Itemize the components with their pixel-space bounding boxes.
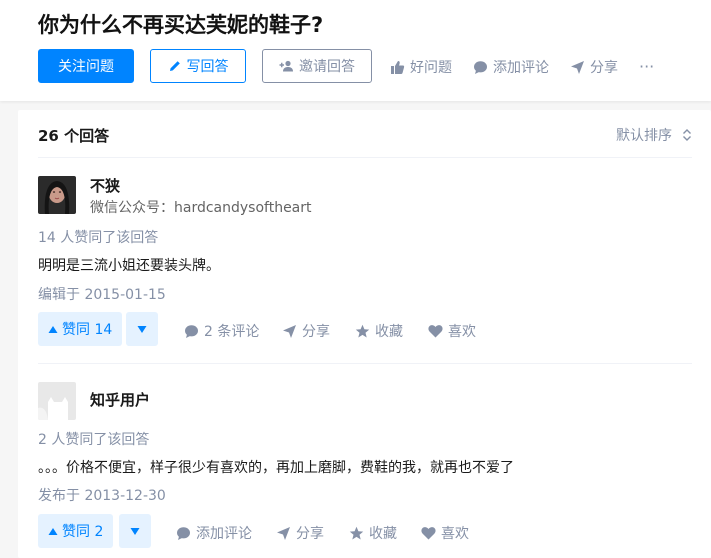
thumbs-up-icon bbox=[391, 60, 405, 74]
answer-content: 。。。价格不便宜，样子很少有喜欢的，再加上磨脚，费鞋的我，就再也不爱了 bbox=[38, 460, 514, 476]
more-dots-icon: ··· bbox=[639, 57, 655, 76]
avatar[interactable] bbox=[38, 382, 76, 420]
question-title: 你为什么不再买达芙妮的鞋子? bbox=[38, 13, 324, 37]
follow-question-label: 关注问题 bbox=[58, 59, 114, 75]
share-button[interactable]: 分享 bbox=[282, 321, 330, 341]
add-comment-button[interactable]: 添加评论 bbox=[176, 523, 252, 543]
comments-button[interactable]: 2 条评论 bbox=[184, 321, 259, 341]
pencil-icon bbox=[169, 61, 180, 71]
answers-card: 26 个回答 默认排序 不狭 微信公众号：hardcandysoftheart … bbox=[18, 110, 711, 558]
triangle-up-icon bbox=[48, 325, 58, 333]
answer-item: 知乎用户 2 人赞同了该回答 。。。价格不便宜，样子很少有喜欢的，再加上磨脚，费… bbox=[38, 378, 692, 558]
collect-button[interactable]: 收藏 bbox=[349, 523, 397, 543]
triangle-down-icon bbox=[130, 527, 140, 535]
collect-button[interactable]: 收藏 bbox=[355, 321, 403, 341]
answer-item: 不狭 微信公众号：hardcandysoftheart 14 人赞同了该回答 明… bbox=[38, 172, 692, 364]
author-headline: 微信公众号：hardcandysoftheart bbox=[90, 200, 312, 216]
answer-content: 明明是三流小姐还要装头牌。 bbox=[38, 258, 220, 274]
voters-count[interactable]: 2 人赞同了该回答 bbox=[38, 429, 149, 449]
question-share-button[interactable]: 分享 bbox=[570, 57, 618, 77]
question-comment-label: 添加评论 bbox=[493, 60, 549, 76]
invite-answer-button[interactable]: 邀请回答 bbox=[262, 49, 372, 83]
comment-bubble-icon bbox=[474, 60, 487, 74]
author-name[interactable]: 不狭 bbox=[90, 175, 120, 196]
collect-label: 收藏 bbox=[369, 526, 397, 542]
heart-icon bbox=[421, 527, 436, 540]
upvote-button[interactable]: 赞同 14 bbox=[38, 312, 123, 346]
star-icon bbox=[349, 526, 364, 539]
paper-plane-icon bbox=[571, 60, 584, 74]
triangle-down-icon bbox=[137, 325, 147, 333]
like-label: 喜欢 bbox=[448, 324, 476, 340]
author-name: 知乎用户 bbox=[90, 391, 151, 409]
more-options-button[interactable]: ··· bbox=[639, 57, 654, 76]
avatar[interactable] bbox=[38, 176, 76, 214]
star-icon bbox=[355, 324, 370, 337]
share-label: 分享 bbox=[302, 324, 330, 340]
sort-dropdown[interactable]: 默认排序 bbox=[616, 125, 692, 145]
follow-question-button[interactable]: 关注问题 bbox=[38, 49, 134, 83]
answers-list-header: 26 个回答 默认排序 bbox=[38, 110, 692, 158]
collect-label: 收藏 bbox=[375, 324, 403, 340]
like-button[interactable]: 喜欢 bbox=[428, 321, 476, 341]
share-button[interactable]: 分享 bbox=[276, 523, 324, 543]
sort-label: 默认排序 bbox=[616, 128, 672, 144]
comment-bubble-icon bbox=[185, 324, 198, 338]
question-header: 你为什么不再买达芙妮的鞋子? 关注问题 写回答 邀请回答 好问题 添加评论 分享… bbox=[0, 0, 711, 101]
downvote-button[interactable] bbox=[119, 514, 151, 548]
answer-count: 26 个回答 bbox=[38, 127, 110, 145]
upvote-label: 赞同 2 bbox=[62, 524, 104, 540]
answer-date[interactable]: 编辑于 2015-01-15 bbox=[38, 284, 166, 304]
downvote-button[interactable] bbox=[126, 312, 158, 346]
question-comment-button[interactable]: 添加评论 bbox=[473, 57, 549, 77]
good-question-button[interactable]: 好问题 bbox=[390, 57, 452, 77]
paper-plane-icon bbox=[283, 324, 296, 338]
write-answer-label: 写回答 bbox=[186, 59, 229, 75]
upvote-label: 赞同 14 bbox=[62, 322, 113, 338]
answer-date[interactable]: 发布于 2013-12-30 bbox=[38, 485, 166, 505]
write-answer-button[interactable]: 写回答 bbox=[150, 49, 246, 83]
sort-updown-icon bbox=[683, 129, 691, 141]
voters-count[interactable]: 14 人赞同了该回答 bbox=[38, 227, 158, 247]
question-share-label: 分享 bbox=[590, 60, 618, 76]
like-label: 喜欢 bbox=[441, 526, 469, 542]
add-comment-label: 添加评论 bbox=[196, 526, 252, 542]
share-label: 分享 bbox=[296, 526, 324, 542]
invite-answer-label: 邀请回答 bbox=[299, 59, 355, 75]
add-user-icon bbox=[279, 60, 293, 72]
like-button[interactable]: 喜欢 bbox=[421, 523, 469, 543]
comments-label: 2 条评论 bbox=[204, 324, 260, 340]
upvote-button[interactable]: 赞同 2 bbox=[38, 514, 114, 548]
comment-bubble-icon bbox=[177, 526, 190, 540]
good-question-label: 好问题 bbox=[410, 60, 452, 76]
heart-icon bbox=[428, 325, 443, 338]
paper-plane-icon bbox=[277, 526, 290, 540]
triangle-up-icon bbox=[48, 527, 58, 535]
